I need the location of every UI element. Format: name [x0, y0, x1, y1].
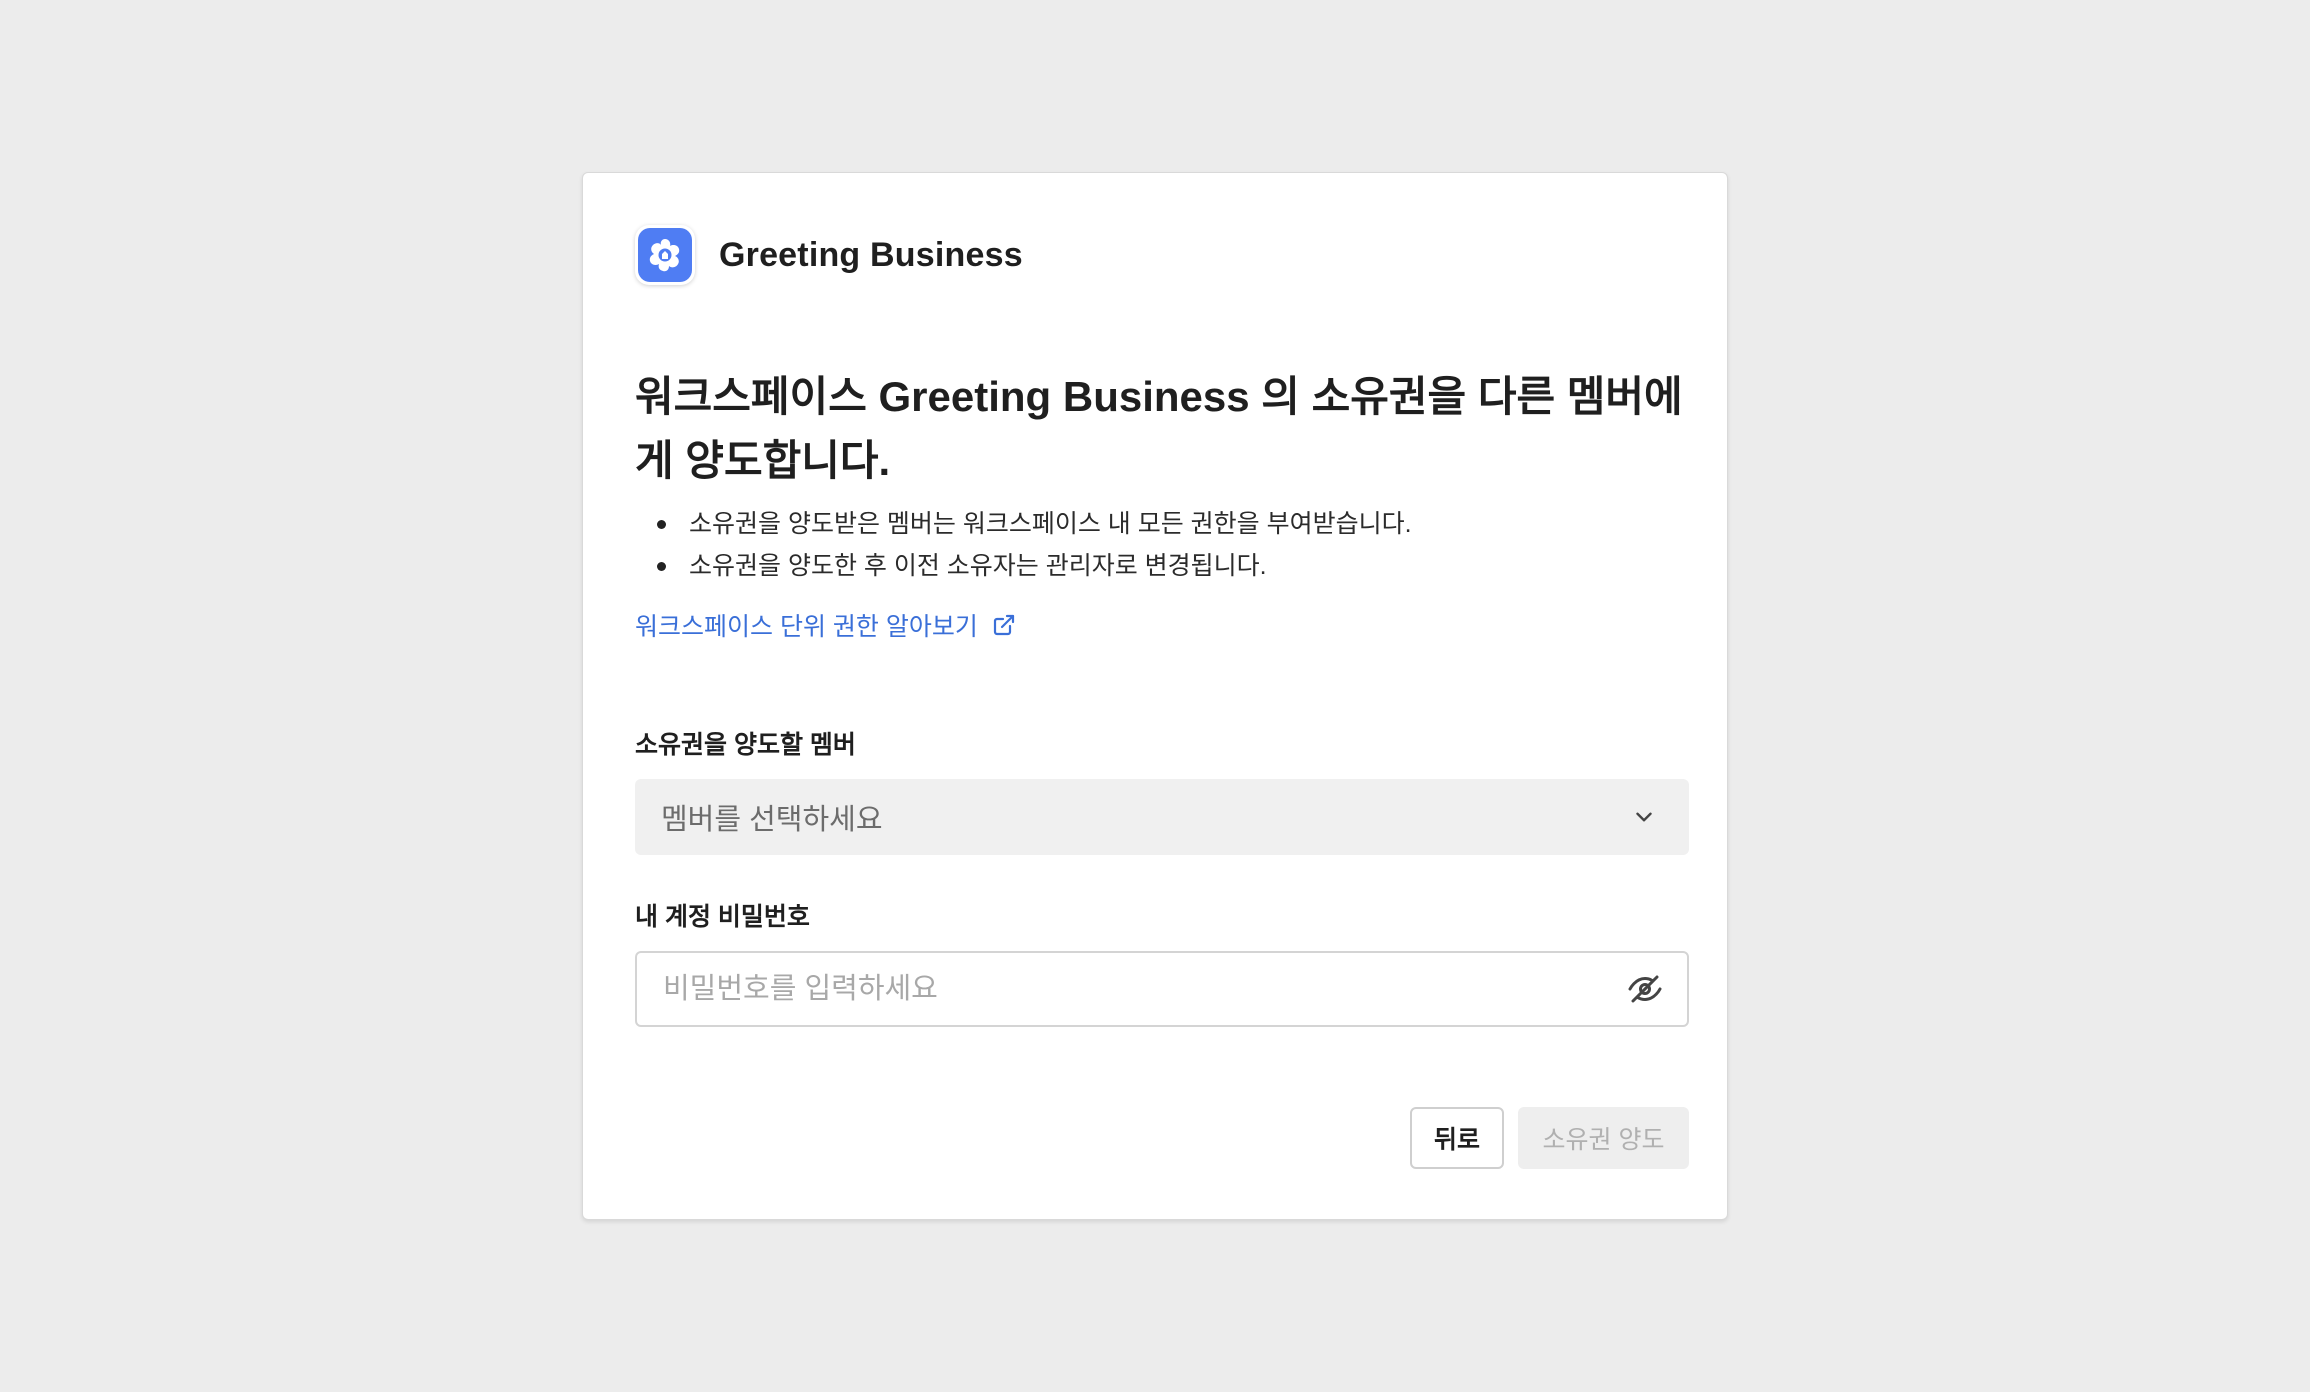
learn-permissions-link-label: 워크스페이스 단위 권한 알아보기: [635, 613, 978, 641]
password-input[interactable]: [661, 971, 1627, 1007]
password-field-label: 내 계정 비밀번호: [635, 903, 810, 931]
greeting-logo-icon: [635, 225, 695, 285]
chevron-down-icon: [1631, 804, 1657, 830]
transfer-ownership-dialog: Greeting Business 워크스페이스 Greeting Busine…: [582, 172, 1728, 1220]
eye-off-icon[interactable]: [1627, 971, 1663, 1007]
transfer-ownership-button[interactable]: 소유권 양도: [1518, 1107, 1689, 1169]
password-field: [635, 951, 1689, 1027]
member-select-placeholder: 멤버를 선택하세요: [661, 804, 883, 836]
info-bullet: 소유권을 양도한 후 이전 소유자는 관리자로 변경됩니다.: [635, 545, 1412, 587]
learn-permissions-link[interactable]: 워크스페이스 단위 권한 알아보기: [635, 607, 1016, 643]
member-select[interactable]: 멤버를 선택하세요: [635, 779, 1689, 855]
external-link-icon: [992, 613, 1016, 637]
brand-name: Greeting Business: [719, 235, 1023, 274]
dialog-heading: 워크스페이스 Greeting Business 의 소유권을 다른 멤버에게 …: [635, 373, 1683, 484]
back-button[interactable]: 뒤로: [1410, 1107, 1504, 1169]
info-bullet-list: 소유권을 양도받은 멤버는 워크스페이스 내 모든 권한을 부여받습니다. 소유…: [635, 503, 1412, 587]
info-bullet: 소유권을 양도받은 멤버는 워크스페이스 내 모든 권한을 부여받습니다.: [635, 503, 1412, 545]
member-field-label: 소유권을 양도할 멤버: [635, 731, 856, 759]
brand-header: Greeting Business: [635, 225, 1023, 285]
